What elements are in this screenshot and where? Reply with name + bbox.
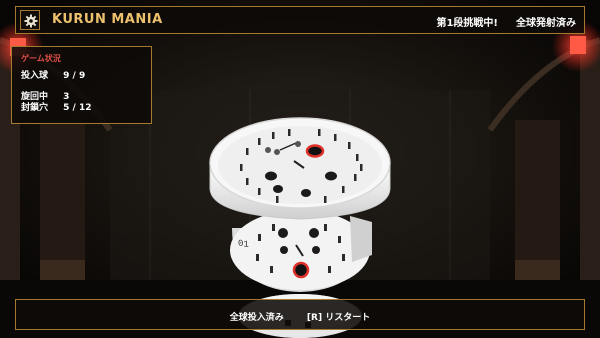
tier-label: 01	[238, 237, 249, 249]
footer-message: 全球投入済み	[229, 313, 284, 323]
balls-label: 投入球	[21, 71, 49, 81]
settings-button[interactable]	[20, 10, 40, 30]
restart-hint[interactable]: [R] リスタート	[307, 313, 370, 323]
game-title: KURUN MANIA	[52, 12, 163, 27]
bottom-bar: 全球投入済み [R] リスタート	[15, 299, 585, 330]
top-bar: KURUN MANIA 第1段挑戦中! 全球発射済み	[15, 6, 585, 34]
balls-value: 9 / 9	[63, 71, 86, 81]
sealed-label: 封鎖穴	[21, 103, 49, 113]
balls-row: 投入球 9 / 9	[21, 68, 85, 81]
stage-status: 第1段挑戦中!	[436, 18, 498, 29]
sealed-value: 5 / 12	[63, 103, 92, 113]
status-panel: ゲーム状況 投入球 9 / 9 旋回中 3 封鎖穴 5 / 12	[11, 46, 152, 124]
status-heading: ゲーム状況	[21, 54, 61, 63]
gear-icon	[24, 14, 38, 28]
sealed-row: 封鎖穴 5 / 12	[21, 100, 91, 113]
fire-status: 全球発射済み	[516, 18, 576, 29]
